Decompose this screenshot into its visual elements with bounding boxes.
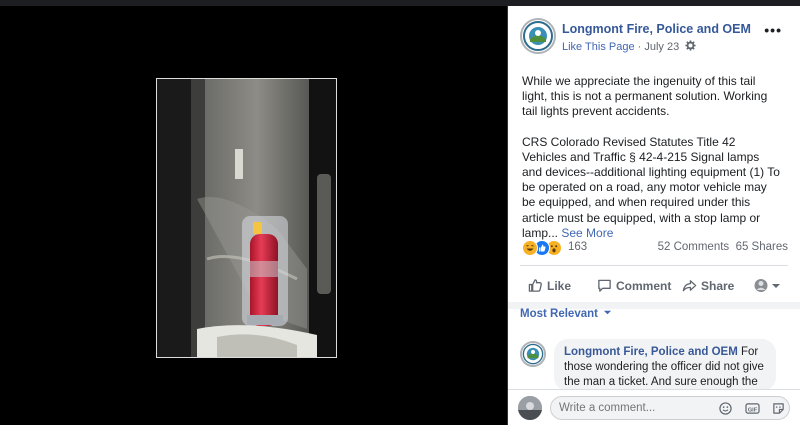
post-date[interactable]: July 23 xyxy=(644,41,679,53)
city-seal-icon xyxy=(523,21,553,51)
reaction-stats: 52 Comments 65 Shares xyxy=(658,241,788,253)
reaction-count[interactable]: 163 xyxy=(568,241,587,253)
share-icon xyxy=(682,280,697,292)
user-photo-icon xyxy=(518,396,542,420)
comment-author-link[interactable]: Longmont Fire, Police and OEM xyxy=(564,346,738,358)
post-paragraph-2-text: CRS Colorado Revised Statutes Title 42 V… xyxy=(522,134,780,240)
like-button[interactable]: Like xyxy=(528,278,571,293)
share-button[interactable]: Share xyxy=(682,278,734,293)
comment-input-icons: GIF xyxy=(711,402,785,416)
audience-selector[interactable] xyxy=(754,278,788,293)
caret-down-icon xyxy=(604,310,612,315)
comment-button[interactable]: Comment xyxy=(597,278,671,293)
post-paragraph-1: While we appreciate the ingenuity of thi… xyxy=(522,74,768,119)
share-label: Share xyxy=(701,279,735,293)
comment-icon xyxy=(598,279,611,292)
comment-bubble: Longmont Fire, Police and OEM For those … xyxy=(554,339,776,391)
divider-top xyxy=(520,265,788,266)
reaction-icons[interactable] xyxy=(522,240,568,256)
reactions-bar: 163 52 Comments 65 Shares xyxy=(522,239,788,257)
sticker-icon[interactable] xyxy=(772,402,785,418)
page-avatar[interactable] xyxy=(520,18,556,54)
like-page-link[interactable]: Like This Page xyxy=(562,41,635,53)
thumbs-up-icon xyxy=(528,279,542,292)
gear-icon xyxy=(685,40,696,51)
city-seal-icon xyxy=(522,343,544,365)
post-photo[interactable] xyxy=(156,78,337,358)
gif-icon[interactable]: GIF xyxy=(744,402,760,418)
more-options-button[interactable]: ••• xyxy=(764,22,782,38)
meta-separator: · xyxy=(637,41,642,53)
post-actions: Like Comment Share xyxy=(522,272,788,302)
tail-light-photo xyxy=(157,79,336,357)
photo-viewer xyxy=(0,6,507,425)
haha-icon xyxy=(522,240,538,256)
comments-count-link[interactable]: 52 Comments xyxy=(658,241,730,253)
post-paragraph-2: CRS Colorado Revised Statutes Title 42 V… xyxy=(522,135,782,241)
shares-count-link[interactable]: 65 Shares xyxy=(736,241,788,253)
post-text: While we appreciate the ingenuity of thi… xyxy=(522,74,782,256)
post-header: Longmont Fire, Police and OEM Like This … xyxy=(520,18,790,58)
page-name-link[interactable]: Longmont Fire, Police and OEM xyxy=(562,22,751,36)
post-side-panel: Longmont Fire, Police and OEM Like This … xyxy=(507,6,800,425)
see-more-link[interactable]: See More xyxy=(561,226,613,240)
sort-label: Most Relevant xyxy=(520,308,598,320)
svg-text:GIF: GIF xyxy=(747,407,757,413)
user-avatar[interactable] xyxy=(518,396,542,420)
comment-sort-dropdown[interactable]: Most Relevant xyxy=(520,308,612,320)
post-meta: Like This Page · July 23 xyxy=(562,40,696,53)
write-comment-bar: GIF xyxy=(508,389,800,425)
comment-avatar[interactable] xyxy=(520,341,546,367)
profile-selector-icon xyxy=(754,279,780,292)
emoji-icon[interactable] xyxy=(719,402,732,418)
comment-label: Comment xyxy=(616,279,672,293)
like-label: Like xyxy=(547,279,572,293)
